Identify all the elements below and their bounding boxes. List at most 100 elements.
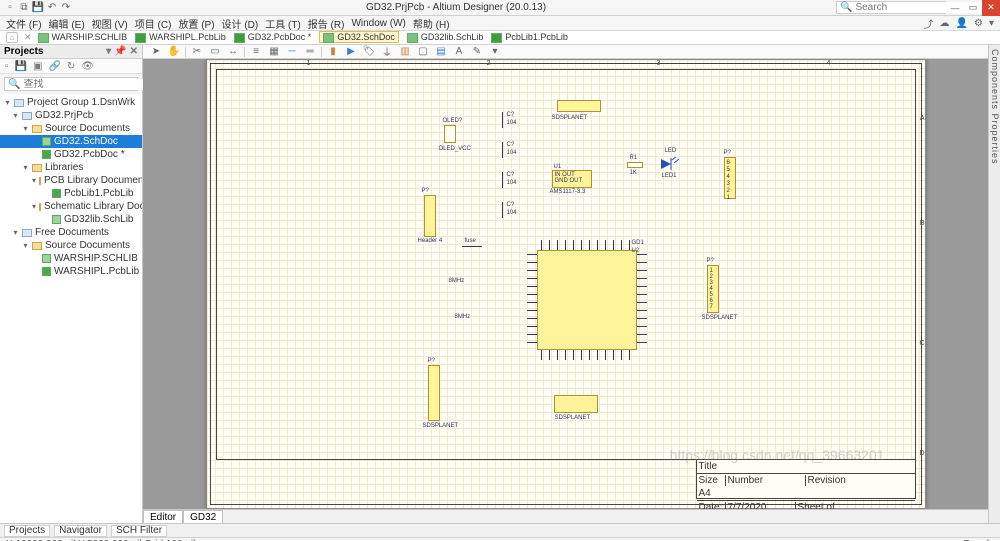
doc-tab[interactable]: WARSHIP.SCHLIB: [38, 32, 128, 42]
part-label: fuse: [465, 238, 476, 244]
netlabel-icon[interactable]: 🏷: [362, 46, 376, 58]
tab-gd32[interactable]: GD32: [183, 510, 223, 523]
maximize-button[interactable]: ▭: [964, 0, 982, 16]
led-icon[interactable]: [659, 157, 679, 171]
menu-edit[interactable]: 编辑 (E): [49, 16, 85, 31]
search-icon: 🔍: [840, 2, 852, 13]
oled[interactable]: [444, 125, 456, 143]
textbox-icon[interactable]: ▦: [267, 46, 281, 58]
tab-schfilter[interactable]: SCH Filter: [111, 525, 167, 537]
minimize-button[interactable]: —: [946, 0, 964, 16]
share-icon[interactable]: ⤴: [924, 16, 934, 31]
tree-node[interactable]: ▾Schematic Library Documents: [0, 200, 142, 213]
chevron-down-icon[interactable]: ▾: [989, 18, 994, 29]
menu-place[interactable]: 放置 (P): [178, 16, 214, 31]
tree-node[interactable]: GD32.SchDoc: [0, 135, 142, 148]
part-label: P?: [422, 188, 429, 194]
tree-node[interactable]: WARSHIPL.PcbLib: [0, 265, 142, 278]
move-icon[interactable]: ↔: [226, 46, 240, 58]
menu-tools[interactable]: 工具 (T): [265, 16, 301, 31]
project-view-icon[interactable]: 👁: [81, 61, 94, 72]
window-title: GD32.PrjPcb - Altium Designer (20.0.13): [76, 2, 836, 13]
menu-file[interactable]: 文件 (F): [6, 16, 42, 31]
tree-node[interactable]: ▾Libraries: [0, 161, 142, 174]
tree-node[interactable]: ▾Source Documents: [0, 122, 142, 135]
user-icon[interactable]: 👤: [956, 18, 968, 29]
tree-node[interactable]: ▾Free Documents: [0, 226, 142, 239]
part-label: R1: [630, 155, 638, 161]
right-panel-tabs[interactable]: Components Properties: [988, 45, 1000, 523]
redo-icon[interactable]: ↷: [60, 2, 72, 14]
align-icon[interactable]: ≡: [249, 46, 263, 58]
harness-icon[interactable]: ▤: [434, 46, 448, 58]
highlight-icon[interactable]: ▮: [326, 46, 340, 58]
close-doc-icon[interactable]: ✕: [22, 32, 34, 43]
project-compile-icon[interactable]: ▣: [33, 61, 42, 72]
project-new-icon[interactable]: ▫: [5, 61, 9, 72]
doc-tab[interactable]: GD32lib.SchLib: [407, 32, 484, 42]
rect-select-icon[interactable]: ▭: [208, 46, 222, 58]
clip-icon[interactable]: ✂: [190, 46, 204, 58]
menu-window[interactable]: Window (W): [351, 18, 405, 29]
project-save-icon[interactable]: 💾: [15, 61, 27, 72]
tree-node[interactable]: GD32lib.SchLib: [0, 213, 142, 226]
menu-report[interactable]: 报告 (R): [308, 16, 345, 31]
hand-icon[interactable]: ✋: [167, 46, 181, 58]
sds-conn[interactable]: [554, 395, 598, 413]
more-icon[interactable]: ▾: [488, 46, 502, 58]
tree-node[interactable]: WARSHIP.SCHLIB: [0, 252, 142, 265]
header-top[interactable]: [557, 100, 601, 112]
tree-node[interactable]: ▾Project Group 1.DsnWrk: [0, 96, 142, 109]
note-icon[interactable]: A: [452, 46, 466, 58]
menu-help[interactable]: 帮助 (H): [413, 16, 450, 31]
port-icon[interactable]: ▶: [344, 46, 358, 58]
ruler-label: B: [920, 220, 925, 227]
doc-tab[interactable]: WARSHIPL.PcbLib: [135, 32, 226, 42]
sheet-icon[interactable]: ▢: [416, 46, 430, 58]
header-p2[interactable]: [424, 195, 436, 237]
doc-tab[interactable]: GD32.PcbDoc *: [234, 32, 312, 42]
tree-node[interactable]: GD32.PcbDoc *: [0, 148, 142, 161]
panel-search[interactable]: 🔍: [4, 77, 138, 91]
doc-tab[interactable]: GD32.SchDoc: [319, 31, 399, 43]
project-link-icon[interactable]: 🔗: [48, 61, 60, 72]
project-refresh-icon[interactable]: ↻: [67, 61, 75, 72]
menu-design[interactable]: 设计 (D): [222, 16, 259, 31]
gear-icon[interactable]: ⚙: [974, 18, 983, 29]
bus-icon[interactable]: ═: [303, 46, 317, 58]
mcu-chip[interactable]: [537, 250, 637, 350]
open-icon[interactable]: ⧉: [18, 2, 30, 14]
tree-node[interactable]: ▾PCB Library Documents: [0, 174, 142, 187]
power-icon[interactable]: ⏚: [380, 46, 394, 58]
header-bottom-left[interactable]: [428, 365, 440, 421]
tree-node[interactable]: ▾GD32.PrjPcb: [0, 109, 142, 122]
wire-icon[interactable]: ─: [285, 46, 299, 58]
part-icon[interactable]: ▥: [398, 46, 412, 58]
doc-tab[interactable]: PcbLib1.PcbLib: [491, 32, 568, 42]
ruler-label: 3: [657, 60, 661, 67]
tree-node[interactable]: ▾Source Documents: [0, 239, 142, 252]
global-search[interactable]: 🔍: [836, 1, 946, 14]
pointer-icon[interactable]: ➤: [149, 46, 163, 58]
close-button[interactable]: ✕: [982, 0, 1000, 16]
tab-editor[interactable]: Editor: [143, 510, 183, 523]
tab-projects[interactable]: Projects: [4, 525, 50, 537]
panel-dropdown-icon[interactable]: ▾: [106, 46, 111, 57]
resistor[interactable]: [627, 162, 643, 168]
panel-pin-icon[interactable]: 📌: [114, 46, 126, 57]
drawing-icon[interactable]: ✎: [470, 46, 484, 58]
panel-search-input[interactable]: [23, 79, 155, 90]
undo-icon[interactable]: ↶: [46, 2, 58, 14]
schematic-canvas[interactable]: 1 2 3 4 A B C D GD1 U2 U1 IN OUT GND OUT: [143, 59, 988, 509]
tab-navigator[interactable]: Navigator: [54, 525, 107, 537]
panel-close-icon[interactable]: ✕: [130, 46, 138, 57]
part-label: Header 4: [418, 238, 443, 244]
home-icon[interactable]: ⌂: [6, 32, 18, 43]
save-icon[interactable]: 💾: [32, 2, 44, 14]
part-label: GD1: [632, 240, 644, 246]
new-icon[interactable]: ▫: [4, 2, 16, 14]
tree-node[interactable]: PcbLib1.PcbLib: [0, 187, 142, 200]
menu-project[interactable]: 项目 (C): [135, 16, 172, 31]
menu-view[interactable]: 视图 (V): [92, 16, 128, 31]
cloud-icon[interactable]: ☁: [940, 18, 950, 29]
